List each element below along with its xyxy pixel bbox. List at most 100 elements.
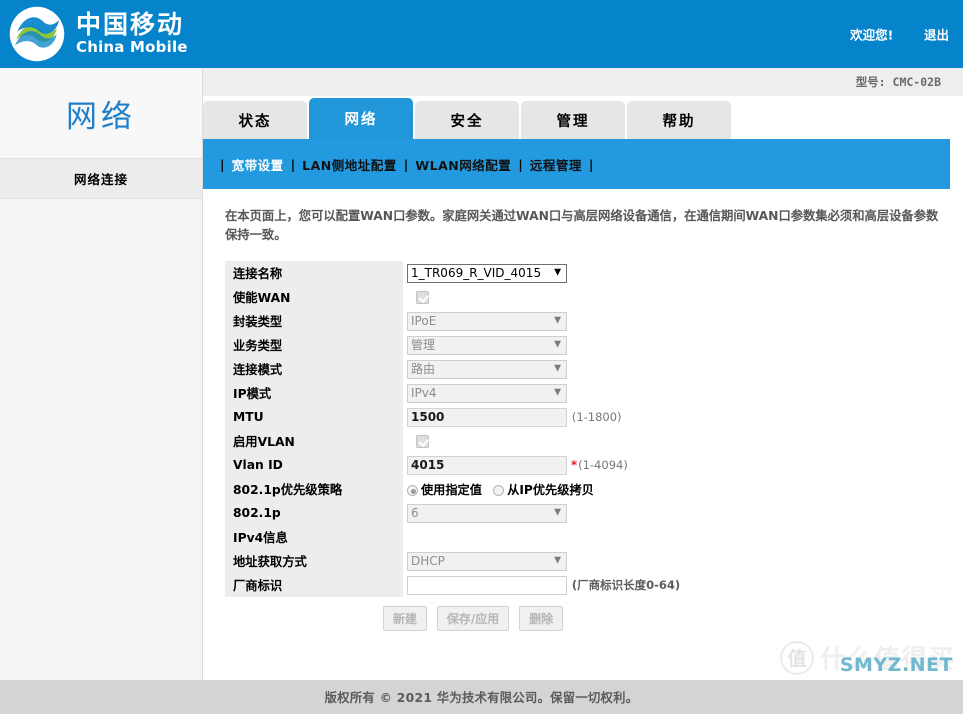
label-vlan-id: Vlan ID xyxy=(225,453,403,477)
form-row-vlan-id: Vlan ID *(1-4094) xyxy=(225,453,745,477)
value-enable-vlan xyxy=(403,429,745,453)
sub-navigation: | 宽带设置 | LAN侧地址配置 | WLAN网络配置 | 远程管理 | xyxy=(203,139,950,189)
page-footer: 版权所有 © 2021 华为技术有限公司。保留一切权利。 xyxy=(0,680,963,714)
label-encapsulation-type: 封装类型 xyxy=(225,309,403,333)
form-row-address-mode: 地址获取方式 DHCP ▼ xyxy=(225,549,745,573)
label-connection-mode: 连接模式 xyxy=(225,357,403,381)
connection-name-select-wrap: 1_TR069_R_VID_4015 ▼ xyxy=(407,263,567,283)
form-row-mtu: MTU (1-1800) xyxy=(225,405,745,429)
value-connection-mode: 路由 ▼ xyxy=(403,357,745,381)
logout-link[interactable]: 退出 xyxy=(924,28,949,43)
sidebar-title: 网络 xyxy=(0,68,202,159)
label-service-type: 业务类型 xyxy=(225,333,403,357)
brand-name-en: China Mobile xyxy=(76,38,188,57)
value-connection-name: 1_TR069_R_VID_4015 ▼ xyxy=(403,261,745,285)
label-address-mode: 地址获取方式 xyxy=(225,549,403,573)
dot1p-select[interactable]: 6 xyxy=(407,503,567,523)
tab-label: 网络 xyxy=(344,112,378,128)
label-ipv4-info: IPv4信息 xyxy=(225,525,403,549)
form-row-ipv4-info: IPv4信息 xyxy=(225,525,745,549)
china-mobile-logo-icon xyxy=(9,6,65,62)
header-user-area: 欢迎您! 退出 xyxy=(850,25,949,44)
vlan-id-hint: (1-4094) xyxy=(578,457,628,472)
tab-label: 帮助 xyxy=(662,113,696,130)
address-mode-select-wrap: DHCP ▼ xyxy=(407,551,567,571)
value-enable-wan xyxy=(403,285,745,309)
value-mtu: (1-1800) xyxy=(403,405,745,429)
label-vendor-id: 厂商标识 xyxy=(225,573,403,597)
subnav-separator: | xyxy=(588,156,594,172)
subnav-item-lan-address-config[interactable]: LAN侧地址配置 xyxy=(302,155,397,174)
form-row-connection-name: 连接名称 1_TR069_R_VID_4015 ▼ xyxy=(225,261,745,285)
label-connection-name: 连接名称 xyxy=(225,261,403,285)
value-ipv4-info xyxy=(403,525,745,549)
main-tabs: 状态 网络 安全 管理 帮助 xyxy=(203,96,963,139)
subnav-item-broadband-settings[interactable]: 宽带设置 xyxy=(232,155,284,174)
service-type-select[interactable]: 管理 xyxy=(407,335,567,355)
form-action-buttons: 新建 保存/应用 删除 xyxy=(383,606,963,631)
page-description: 在本页面上，您可以配置WAN口参数。家庭网关通过WAN口与高层网络设备通信，在通… xyxy=(225,209,939,242)
form-row-vendor-id: 厂商标识 (厂商标识长度0-64) xyxy=(225,573,745,597)
ip-mode-select[interactable]: IPv4 xyxy=(407,383,567,403)
enable-vlan-checkbox[interactable] xyxy=(416,435,429,448)
tab-network[interactable]: 网络 xyxy=(309,98,413,139)
model-bar: 型号: CMC-02B xyxy=(203,68,963,96)
value-service-type: 管理 ▼ xyxy=(403,333,745,357)
brand-name-cn: 中国移动 xyxy=(76,10,185,39)
tab-label: 安全 xyxy=(450,113,484,130)
form-row-priority-policy: 802.1p优先级策略 使用指定值 从IP优先级拷贝 xyxy=(225,477,745,501)
save-apply-button[interactable]: 保存/应用 xyxy=(436,606,510,631)
label-priority-policy: 802.1p优先级策略 xyxy=(225,477,403,501)
page-body: 网络 网络连接 型号: CMC-02B 状态 网络 安全 管理 帮助 | 宽带设… xyxy=(0,68,963,680)
form-row-enable-vlan: 启用VLAN xyxy=(225,429,745,453)
model-number: 型号: CMC-02B xyxy=(855,75,941,89)
subnav-separator: | xyxy=(518,156,523,172)
welcome-label: 欢迎您! xyxy=(850,27,894,43)
radio-use-specified-value[interactable] xyxy=(407,485,418,496)
subnav-item-remote-management[interactable]: 远程管理 xyxy=(530,155,582,174)
form-row-dot1p: 802.1p 6 ▼ xyxy=(225,501,745,525)
radio-copy-from-ip-priority[interactable] xyxy=(493,485,505,496)
label-enable-vlan: 启用VLAN xyxy=(225,429,403,453)
sidebar-filler xyxy=(0,199,202,680)
value-priority-policy: 使用指定值 从IP优先级拷贝 xyxy=(403,477,745,501)
tab-security[interactable]: 安全 xyxy=(415,101,519,139)
delete-button[interactable]: 删除 xyxy=(519,606,564,631)
service-type-select-wrap: 管理 ▼ xyxy=(407,335,567,355)
mtu-hint: (1-1800) xyxy=(571,409,622,424)
tab-help[interactable]: 帮助 xyxy=(627,101,731,139)
label-dot1p: 802.1p xyxy=(225,501,403,525)
subnav-item-wlan-config[interactable]: WLAN网络配置 xyxy=(415,155,511,174)
vendor-id-input[interactable] xyxy=(407,575,567,595)
connection-name-select[interactable]: 1_TR069_R_VID_4015 xyxy=(407,263,567,283)
new-button[interactable]: 新建 xyxy=(383,606,428,631)
vendor-id-hint: (厂商标识长度0-64) xyxy=(571,577,681,592)
dot1p-select-wrap: 6 ▼ xyxy=(407,503,567,523)
tab-label: 管理 xyxy=(556,113,590,130)
brand-logo: 中国移动 China Mobile xyxy=(0,5,188,63)
mtu-input[interactable] xyxy=(407,407,567,427)
address-mode-select[interactable]: DHCP xyxy=(407,551,567,571)
content-area: 型号: CMC-02B 状态 网络 安全 管理 帮助 | 宽带设置 | LAN侧… xyxy=(203,68,963,680)
connection-mode-select[interactable]: 路由 xyxy=(407,359,567,379)
tab-management[interactable]: 管理 xyxy=(521,101,625,139)
form-row-service-type: 业务类型 管理 ▼ xyxy=(225,333,745,357)
value-vendor-id: (厂商标识长度0-64) xyxy=(403,573,745,597)
subnav-separator: | xyxy=(403,156,409,172)
subnav-separator: | xyxy=(220,156,225,172)
encapsulation-type-select-wrap: IPoE ▼ xyxy=(407,311,567,331)
subnav-separator: | xyxy=(290,156,296,172)
sidebar-item-network-connection[interactable]: 网络连接 xyxy=(0,159,202,199)
label-enable-wan: 使能WAN xyxy=(225,285,403,309)
vlan-id-input[interactable] xyxy=(407,455,567,475)
tab-status[interactable]: 状态 xyxy=(203,101,307,139)
form-row-connection-mode: 连接模式 路由 ▼ xyxy=(225,357,745,381)
value-vlan-id: *(1-4094) xyxy=(403,453,745,477)
form-row-enable-wan: 使能WAN xyxy=(225,285,745,309)
enable-wan-checkbox[interactable] xyxy=(416,291,429,304)
label-mtu: MTU xyxy=(225,405,403,429)
label-ip-mode: IP模式 xyxy=(225,381,403,405)
value-encapsulation-type: IPoE ▼ xyxy=(403,309,745,333)
form-row-ip-mode: IP模式 IPv4 ▼ xyxy=(225,381,745,405)
encapsulation-type-select[interactable]: IPoE xyxy=(407,311,567,331)
